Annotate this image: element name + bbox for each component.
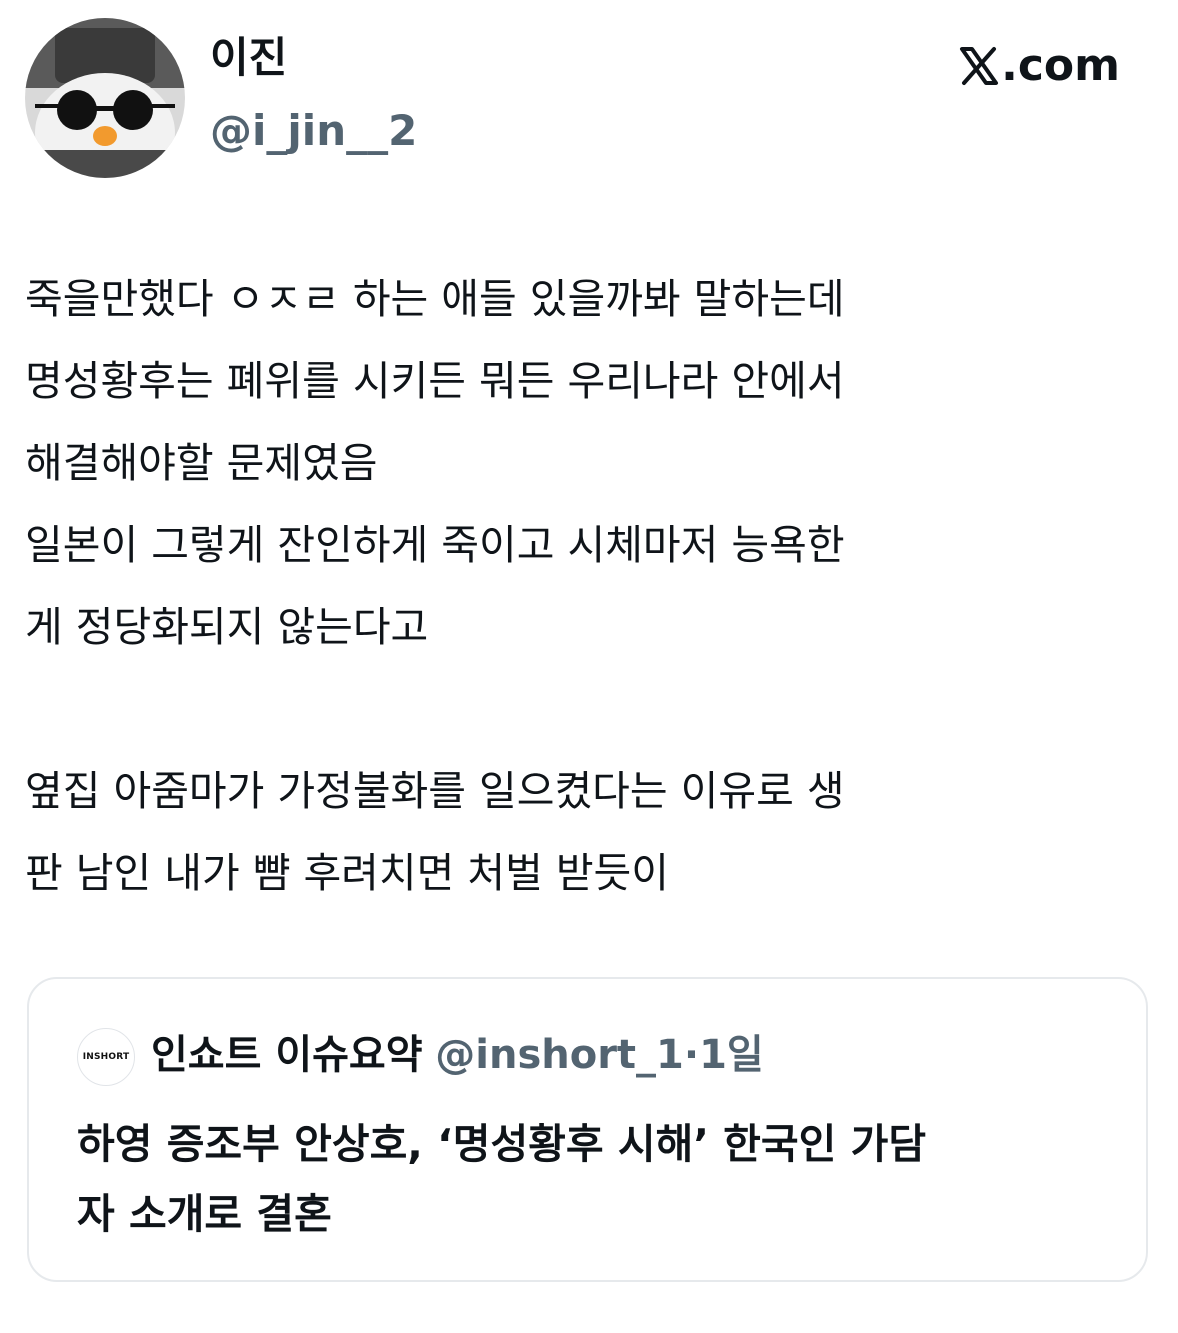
quoted-tweet-time[interactable]: 1일 — [699, 1032, 764, 1078]
quoted-tweet-line: 하영 증조부 안상호, ‘명성황후 시해’ 한국인 가담 — [77, 1120, 927, 1168]
quoted-tweet-text: 하영 증조부 안상호, ‘명성황후 시해’ 한국인 가담 자 소개로 결혼 — [77, 1109, 1117, 1249]
brand-label: .com — [1001, 40, 1120, 91]
tweet-line: 게 정당화되지 않는다고 — [25, 603, 429, 651]
meta-separator: · — [683, 1032, 700, 1078]
author-avatar[interactable] — [25, 18, 185, 178]
x-logo-icon — [960, 47, 999, 85]
quoted-author-handle[interactable]: @inshort_1 — [435, 1032, 684, 1078]
tweet-blank-line — [25, 668, 1135, 750]
quoted-author-avatar[interactable]: INSHORT — [77, 1028, 135, 1086]
quoted-tweet-header: 인쇼트 이슈요약 @inshort_1·1일 — [151, 1027, 764, 1083]
author-display-name[interactable]: 이진 — [210, 30, 287, 86]
quoted-author-name[interactable]: 인쇼트 이슈요약 — [151, 1032, 423, 1078]
brand-link[interactable]: .com — [959, 38, 1120, 94]
author-handle[interactable]: @i_jin__2 — [210, 103, 417, 159]
quoted-tweet-card[interactable]: INSHORT 인쇼트 이슈요약 @inshort_1·1일 하영 증조부 안상… — [27, 977, 1148, 1282]
tweet-line: 죽을만했다 ㅇㅈㄹ 하는 애들 있을까봐 말하는데 — [25, 275, 845, 323]
tweet-line: 명성황후는 폐위를 시키든 뭐든 우리나라 안에서 — [25, 357, 845, 405]
tweet-line: 판 남인 내가 뺨 후려치면 처벌 받듯이 — [25, 849, 669, 897]
avatar-image — [25, 18, 185, 178]
tweet-line: 옆집 아줌마가 가정불화를 일으켰다는 이유로 생 — [25, 767, 845, 815]
tweet-line: 일본이 그렇게 잔인하게 죽이고 시체마저 능욕한 — [25, 521, 845, 569]
tweet-line: 해결해야할 문제였음 — [25, 439, 378, 487]
tweet-text: 죽을만했다 ㅇㅈㄹ 하는 애들 있을까봐 말하는데 명성황후는 폐위를 시키든 … — [25, 258, 1135, 914]
quoted-tweet-line: 자 소개로 결혼 — [77, 1190, 332, 1238]
